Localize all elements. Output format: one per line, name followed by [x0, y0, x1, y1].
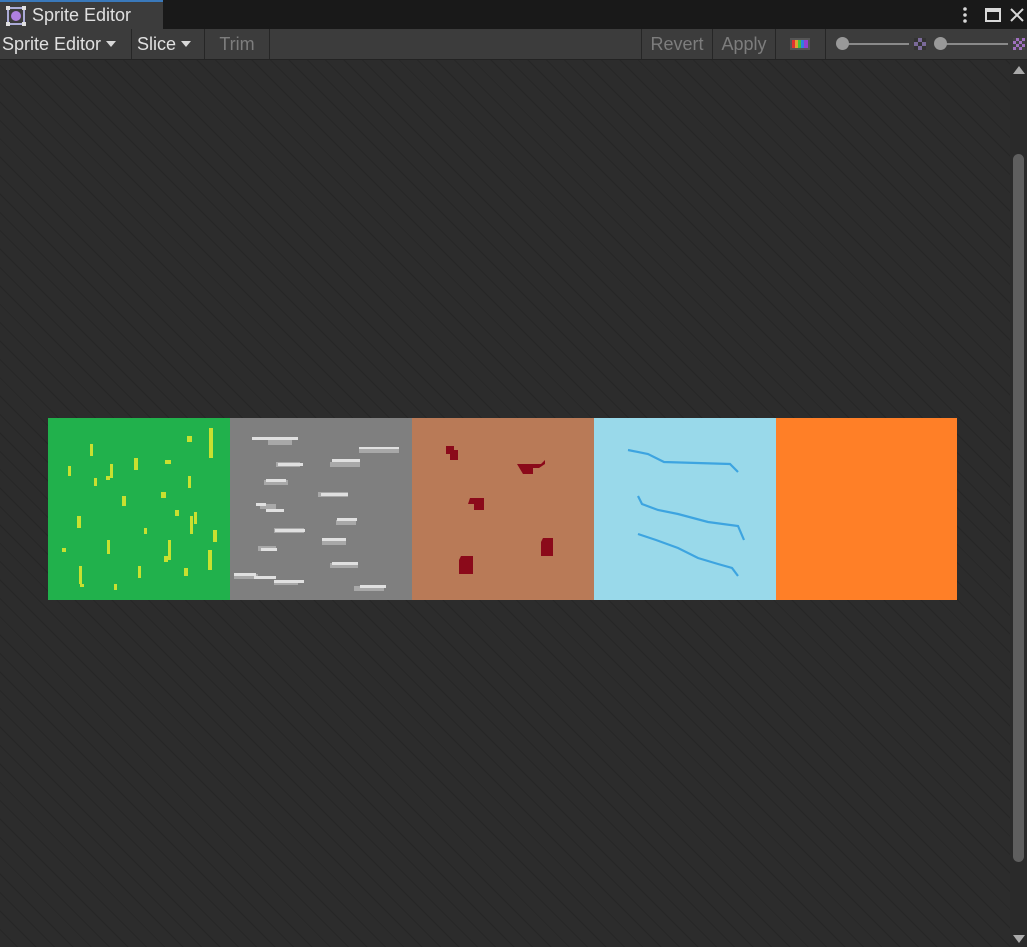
- dirt-tile[interactable]: [412, 418, 594, 600]
- sand-tile[interactable]: [776, 418, 957, 600]
- close-icon[interactable]: [1006, 0, 1027, 29]
- zoom-slider[interactable]: [932, 29, 1027, 59]
- zoom-checker-icon: [1013, 38, 1025, 50]
- sprite-editor-toolbar: Sprite Editor Slice Trim Revert Apply: [0, 29, 1027, 60]
- window-tab-bar: Sprite Editor: [0, 0, 1027, 29]
- scrollbar-thumb[interactable]: [1013, 154, 1024, 862]
- zoom-slider-knob[interactable]: [934, 37, 947, 50]
- sprite-sheet[interactable]: [48, 418, 957, 600]
- toolbar-divider: [825, 29, 826, 59]
- vertical-scrollbar[interactable]: [1010, 60, 1027, 947]
- revert-button[interactable]: Revert: [642, 29, 712, 59]
- tab-title: Sprite Editor: [32, 5, 132, 25]
- water-tile[interactable]: [594, 418, 776, 600]
- sprite-editor-tab[interactable]: Sprite Editor: [0, 0, 163, 29]
- maximize-icon[interactable]: [981, 0, 1005, 29]
- sprite-editor-icon: [6, 5, 26, 26]
- alpha-slider[interactable]: [833, 29, 931, 59]
- apply-button[interactable]: Apply: [713, 29, 775, 59]
- revert-label: Revert: [650, 33, 704, 54]
- color-channel-toggle[interactable]: [776, 29, 824, 59]
- toolbar-divider: [269, 29, 270, 59]
- alpha-slider-knob[interactable]: [836, 37, 849, 50]
- scroll-down-icon[interactable]: [1013, 935, 1025, 943]
- chevron-down-icon: [181, 41, 192, 47]
- trim-button[interactable]: Trim: [205, 29, 269, 59]
- chevron-down-icon: [106, 41, 117, 47]
- slice-dropdown[interactable]: Slice: [137, 29, 203, 59]
- scroll-up-icon[interactable]: [1013, 66, 1025, 74]
- mode-dropdown-label: Sprite Editor: [2, 33, 102, 54]
- toolbar-divider: [131, 29, 132, 59]
- grass-tile[interactable]: [48, 418, 230, 600]
- trim-label: Trim: [219, 33, 255, 54]
- rgb-channel-icon: [790, 38, 810, 50]
- kebab-menu-icon[interactable]: [955, 0, 975, 29]
- slice-dropdown-label: Slice: [137, 33, 177, 54]
- mode-dropdown[interactable]: Sprite Editor: [2, 29, 130, 59]
- apply-label: Apply: [721, 33, 767, 54]
- alpha-checker-icon: [914, 38, 926, 50]
- stone-tile[interactable]: [230, 418, 412, 600]
